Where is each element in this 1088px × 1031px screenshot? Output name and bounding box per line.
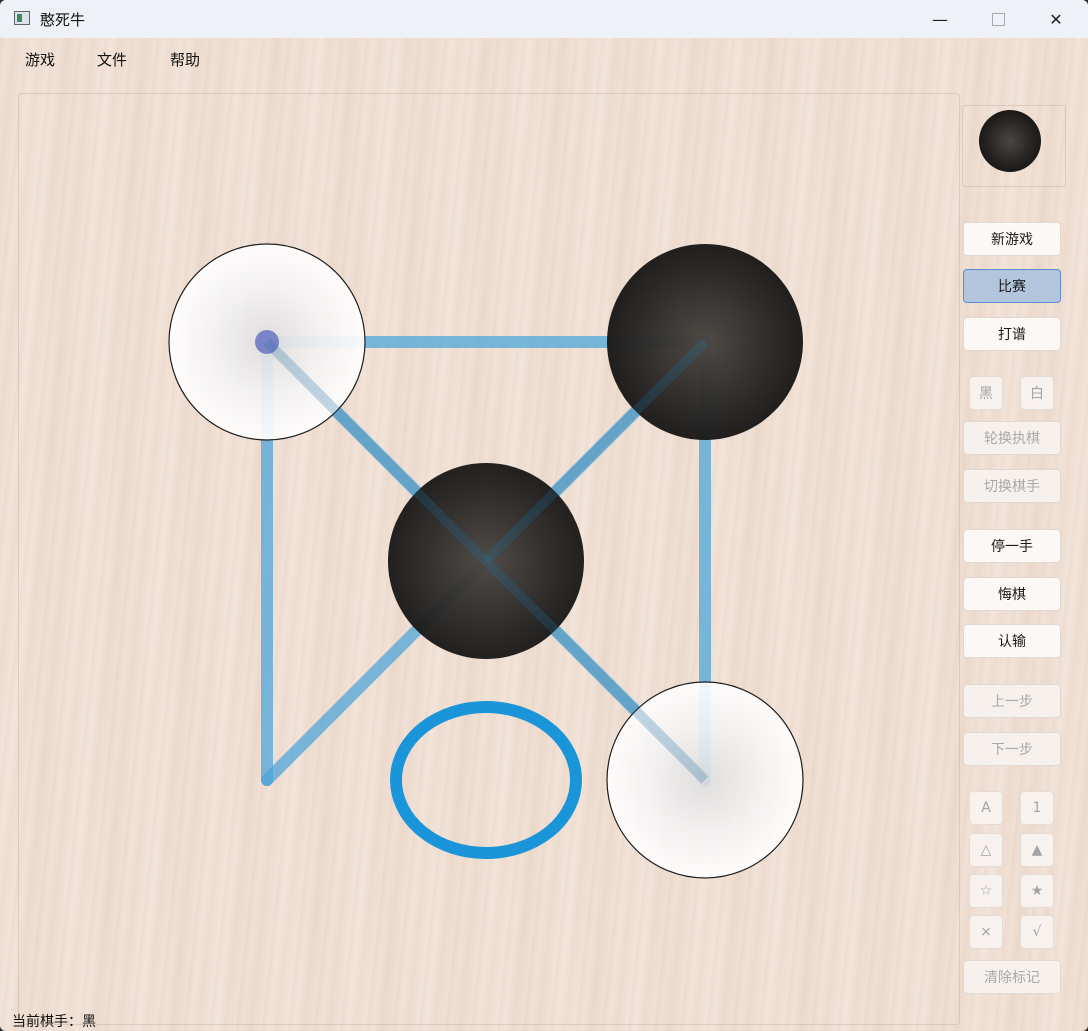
rotate-button[interactable]: 轮换执棋: [963, 421, 1061, 455]
mark-number-button[interactable]: 1: [1020, 791, 1054, 825]
mark-star-button[interactable]: ☆: [969, 874, 1003, 908]
selection-ring: [390, 701, 582, 859]
mark-triangle-filled-button[interactable]: ▲: [1020, 833, 1054, 867]
new-game-button[interactable]: 新游戏: [963, 222, 1061, 256]
mark-triangle-button[interactable]: △: [969, 833, 1003, 867]
mark-letter-button[interactable]: A: [969, 791, 1003, 825]
game-board[interactable]: [0, 0, 1088, 1031]
switch-player-button[interactable]: 切换棋手: [963, 469, 1061, 503]
mark-star-filled-button[interactable]: ★: [1020, 874, 1054, 908]
indicator-box: [962, 105, 1066, 187]
black-button[interactable]: 黑: [969, 376, 1003, 410]
pass-button[interactable]: 停一手: [963, 529, 1061, 563]
record-button[interactable]: 打谱: [963, 317, 1061, 351]
status-bar: 当前棋手：黑: [12, 1014, 96, 1030]
resign-button[interactable]: 认输: [963, 624, 1061, 658]
clear-marks-button[interactable]: 清除标记: [963, 960, 1061, 994]
white-button[interactable]: 白: [1020, 376, 1054, 410]
mark-cross-button[interactable]: ×: [969, 915, 1003, 949]
next-step-button[interactable]: 下一步: [963, 732, 1061, 766]
match-button[interactable]: 比赛: [963, 269, 1061, 303]
game-window: 憨死牛 — ✕ 游戏 文件 帮助 新游戏 比赛 打谱 黑 白 轮换执棋 切换棋手…: [0, 0, 1088, 1031]
mark-check-button[interactable]: √: [1020, 915, 1054, 949]
undo-button[interactable]: 悔棋: [963, 577, 1061, 611]
prev-step-button[interactable]: 上一步: [963, 684, 1061, 718]
